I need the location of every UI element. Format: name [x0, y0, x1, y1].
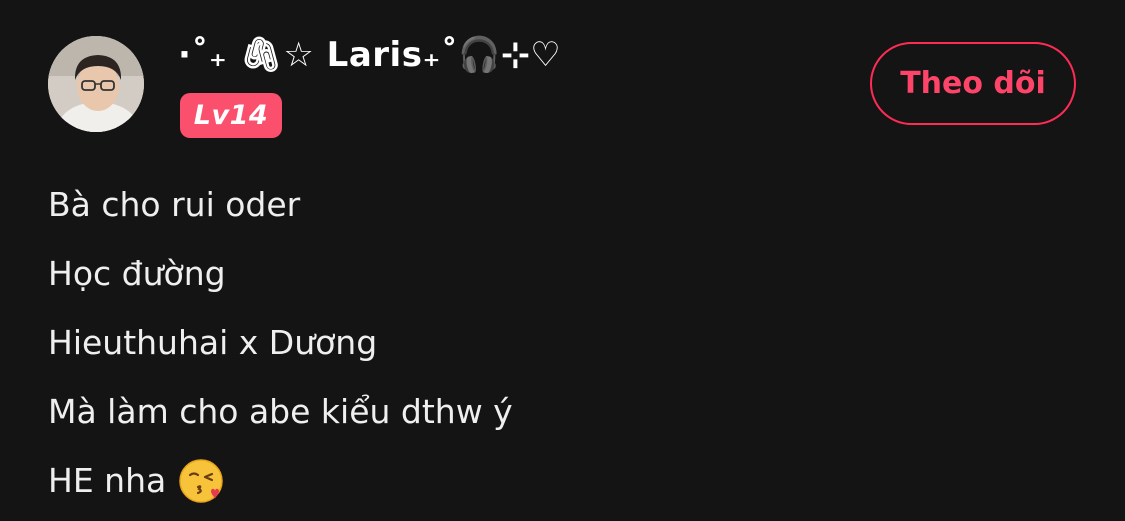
bio-line: Mà làm cho abe kiểu dthw ý: [48, 377, 1048, 446]
bio-text: HE nha: [48, 461, 167, 500]
bio-text: Hieuthuhai x Dương: [48, 323, 378, 362]
kissing-face-with-heart-icon: [179, 458, 223, 503]
bio-text: Học đường: [48, 254, 226, 293]
user-avatar-icon: [48, 36, 144, 132]
bio: Bà cho rui oder Học đường Hieuthuhai x D…: [48, 170, 1048, 515]
level-badge: Lv14: [180, 93, 282, 138]
bio-line: Hieuthuhai x Dương: [48, 308, 1048, 377]
bio-line: HE nha: [48, 446, 1048, 515]
follow-button[interactable]: Theo dõi: [870, 42, 1076, 125]
bio-text: Mà làm cho abe kiểu dthw ý: [48, 392, 513, 431]
bio-line: Bà cho rui oder: [48, 170, 1048, 239]
bio-line: Học đường: [48, 239, 1048, 308]
username[interactable]: ·˚₊ 🖇☆ Laris₊˚🎧⊹♡: [178, 30, 561, 80]
bio-text: Bà cho rui oder: [48, 185, 301, 224]
avatar[interactable]: [48, 36, 144, 132]
